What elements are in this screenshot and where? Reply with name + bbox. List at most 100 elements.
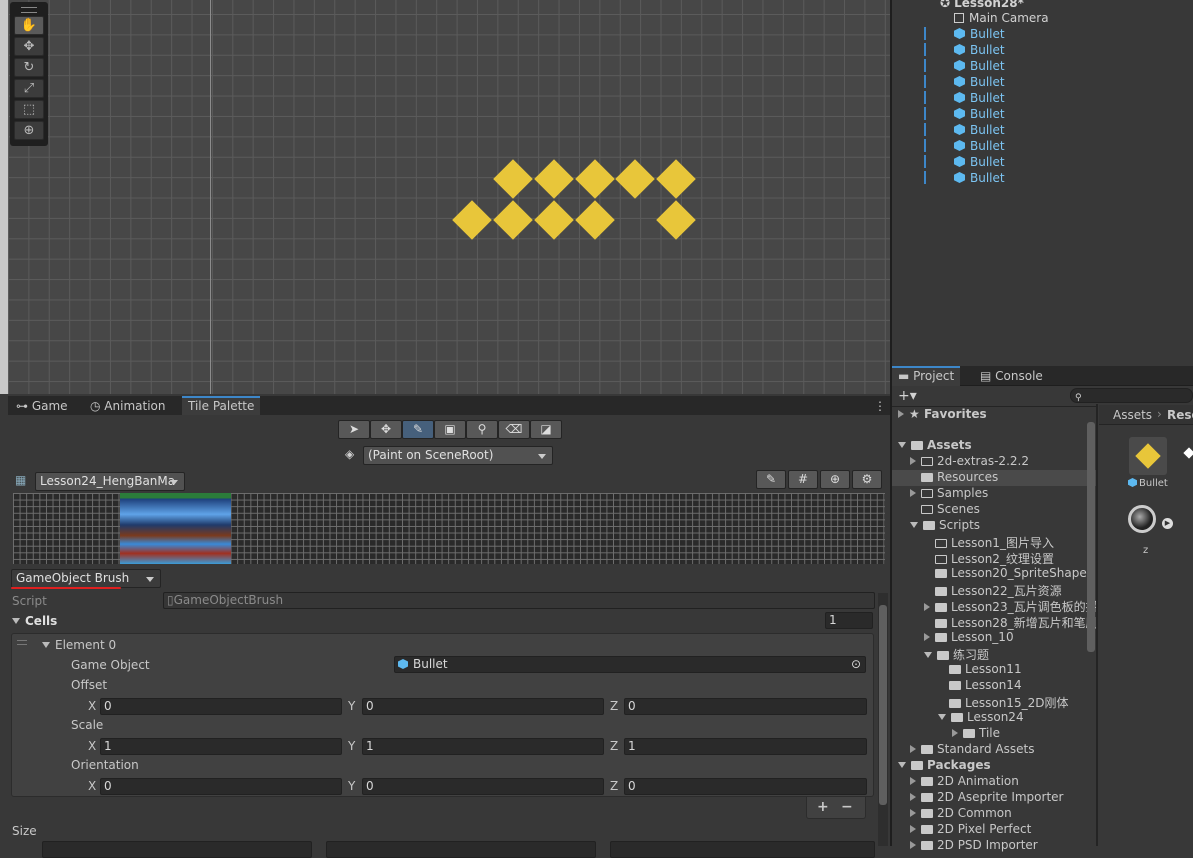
foldout-arrow-icon[interactable]: [910, 825, 916, 833]
cells-foldout[interactable]: Cells: [12, 614, 57, 628]
hierarchy-item-bullet[interactable]: Bullet: [954, 170, 1005, 186]
bullet-tile[interactable]: [534, 200, 574, 240]
add-asset-button[interactable]: +▾: [898, 388, 917, 404]
tab-game[interactable]: ⊶ Game: [10, 396, 74, 416]
play-icon[interactable]: ▶: [1162, 518, 1173, 529]
tree-item[interactable]: Lesson20_SpriteShape: [892, 566, 1096, 582]
cells-count-field[interactable]: 1: [825, 612, 873, 629]
foldout-arrow-icon[interactable]: [910, 745, 916, 753]
packages-root[interactable]: Packages: [898, 758, 991, 772]
bullet-asset-thumb[interactable]: [1129, 437, 1167, 475]
edit-pencil-icon[interactable]: ✎: [756, 470, 786, 489]
breadcrumb-resources[interactable]: Reso: [1167, 408, 1193, 422]
tree-item[interactable]: Samples: [892, 486, 1096, 502]
rect-icon[interactable]: ⬚: [14, 100, 44, 119]
hierarchy-item-bullet[interactable]: Bullet: [954, 90, 1005, 106]
hierarchy-item-bullet[interactable]: Bullet: [954, 122, 1005, 138]
move-icon[interactable]: ✥: [14, 37, 44, 56]
grid-toggle-icon[interactable]: #: [788, 470, 818, 489]
orientation-x-field[interactable]: 0: [100, 778, 342, 795]
transform-icon[interactable]: ⊕: [14, 121, 44, 140]
foldout-arrow-icon[interactable]: [910, 489, 916, 497]
offset-x-field[interactable]: 0: [100, 698, 342, 715]
paint-target-dropdown[interactable]: (Paint on SceneRoot): [363, 446, 553, 465]
settings-icon[interactable]: ⚙: [852, 470, 882, 489]
tab-tile-palette[interactable]: Tile Palette: [182, 396, 261, 416]
bullet-tile[interactable]: [615, 159, 655, 199]
foldout-arrow-icon[interactable]: [910, 457, 916, 465]
bullet-tile[interactable]: [493, 159, 533, 199]
package-item[interactable]: 2D Pixel Perfect: [910, 822, 1031, 836]
foldout-arrow-icon[interactable]: [952, 729, 958, 737]
hierarchy-item-bullet[interactable]: Bullet: [954, 42, 1005, 58]
scale-y-field[interactable]: 1: [362, 738, 604, 755]
select-tool-icon[interactable]: ➤: [338, 420, 370, 439]
foldout-arrow-icon[interactable]: [924, 603, 930, 611]
package-item[interactable]: 2D Common: [910, 806, 1012, 820]
tree-item[interactable]: Lesson11: [892, 662, 1096, 678]
tab-project[interactable]: ▬ Project: [892, 366, 961, 386]
fill-bucket-icon[interactable]: ◪: [530, 420, 562, 439]
offset-z-field[interactable]: 0: [624, 698, 867, 715]
foldout-arrow-icon[interactable]: [924, 652, 932, 658]
tree-item[interactable]: Lesson15_2D刚体: [892, 694, 1096, 710]
bullet-tile[interactable]: [575, 200, 615, 240]
brush-dropdown[interactable]: GameObject Brush: [11, 569, 161, 588]
tree-item[interactable]: Lesson_10: [892, 630, 1096, 646]
tree-item[interactable]: 2d-extras-2.2.2: [892, 454, 1096, 470]
drag-handle-icon[interactable]: [17, 640, 27, 645]
scene-view[interactable]: ✋ ✥ ↻ ⤢ ⬚ ⊕: [0, 0, 890, 394]
hierarchy-item-bullet[interactable]: Bullet: [954, 74, 1005, 90]
tree-item[interactable]: Lesson23_瓦片调色板的拼: [892, 598, 1096, 614]
scale-x-field[interactable]: 1: [100, 738, 342, 755]
scale-z-field[interactable]: 1: [624, 738, 867, 755]
foldout-arrow-icon[interactable]: [910, 809, 916, 817]
search-input[interactable]: ⚲: [1070, 388, 1193, 403]
tree-item[interactable]: Lesson22_瓦片资源: [892, 582, 1096, 598]
bullet-tile[interactable]: [534, 159, 574, 199]
tree-item[interactable]: Scenes: [892, 502, 1096, 518]
orientation-z-field[interactable]: 0: [624, 778, 867, 795]
foldout-arrow-icon[interactable]: [938, 714, 946, 720]
magnifier-asset-thumb[interactable]: [1128, 505, 1156, 533]
hierarchy-item-bullet[interactable]: Bullet: [954, 138, 1005, 154]
size-z-field[interactable]: [610, 841, 875, 858]
move-tool-icon[interactable]: ✥: [370, 420, 402, 439]
picker-icon[interactable]: ⚲: [466, 420, 498, 439]
palette-dropdown[interactable]: Lesson24_HengBanMa: [35, 472, 185, 491]
tree-item[interactable]: Scripts: [892, 518, 1096, 534]
tree-item[interactable]: Lesson2_纹理设置: [892, 550, 1096, 566]
bullet-tile[interactable]: [575, 159, 615, 199]
bullet-tile[interactable]: [452, 200, 492, 240]
tree-item[interactable]: Resources: [892, 470, 1096, 486]
tree-item[interactable]: Lesson28_新增瓦片和笔刷: [892, 614, 1096, 630]
more-menu-icon[interactable]: ⋮: [868, 396, 892, 416]
toolbox-grip[interactable]: [21, 7, 37, 13]
breadcrumb-assets[interactable]: Assets: [1113, 408, 1152, 422]
paint-brush-icon[interactable]: ✎: [402, 420, 434, 439]
foldout-arrow-icon[interactable]: [910, 841, 916, 849]
game-object-field[interactable]: Bullet ⊙: [394, 656, 866, 673]
size-y-field[interactable]: [326, 841, 596, 858]
remove-element-button[interactable]: −: [841, 799, 853, 815]
bullet-tile[interactable]: [493, 200, 533, 240]
tree-item[interactable]: Standard Assets: [892, 742, 1096, 758]
rotate-icon[interactable]: ↻: [14, 58, 44, 77]
box-fill-icon[interactable]: ▣: [434, 420, 466, 439]
foldout-arrow-icon[interactable]: [910, 522, 918, 528]
add-element-button[interactable]: +: [817, 799, 829, 815]
main-camera-item[interactable]: Main Camera: [954, 10, 1049, 26]
tab-animation[interactable]: ◷ Animation: [84, 396, 171, 416]
eraser-icon[interactable]: ⌫: [498, 420, 530, 439]
tree-item[interactable]: Lesson1_图片导入: [892, 534, 1096, 550]
tree-item[interactable]: Tile: [892, 726, 1096, 742]
favorites-root[interactable]: ★ Favorites: [898, 407, 987, 421]
palette-tilesheet[interactable]: [120, 493, 231, 564]
inspector-scrollbar[interactable]: [878, 593, 888, 846]
bullet-tile[interactable]: [656, 159, 696, 199]
hierarchy-item-bullet[interactable]: Bullet: [954, 58, 1005, 74]
assets-root[interactable]: Assets: [898, 438, 972, 452]
bullet-tile[interactable]: [656, 200, 696, 240]
package-item[interactable]: 2D Animation: [910, 774, 1019, 788]
hierarchy-item-bullet[interactable]: Bullet: [954, 106, 1005, 122]
